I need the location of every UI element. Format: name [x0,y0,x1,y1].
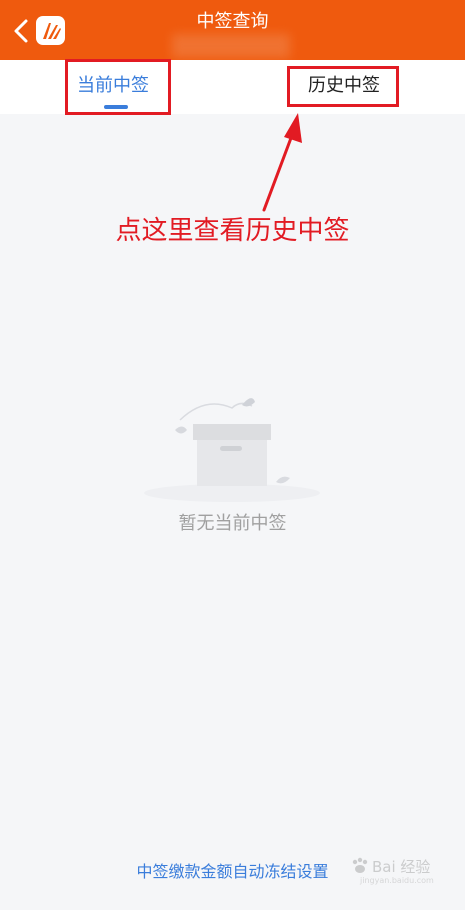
baidu-watermark: Bai 经验 jingyan.baidu.com [350,854,446,890]
watermark-url: jingyan.baidu.com [360,876,434,885]
blurred-region [172,34,290,58]
watermark-brand: Bai 经验 [372,858,431,876]
paw-icon [352,857,368,873]
empty-state-text: 暂无当前中签 [178,513,287,534]
highlight-box-history-tab [287,66,399,107]
header-bar: 中签查询 [0,0,465,60]
page-title: 中签查询 [196,11,269,32]
highlight-box-current-tab [65,59,171,115]
annotation-arrow-icon [262,113,302,212]
empty-box-icon [144,398,320,502]
annotation-text: 点这里查看历史中签 [115,216,350,246]
